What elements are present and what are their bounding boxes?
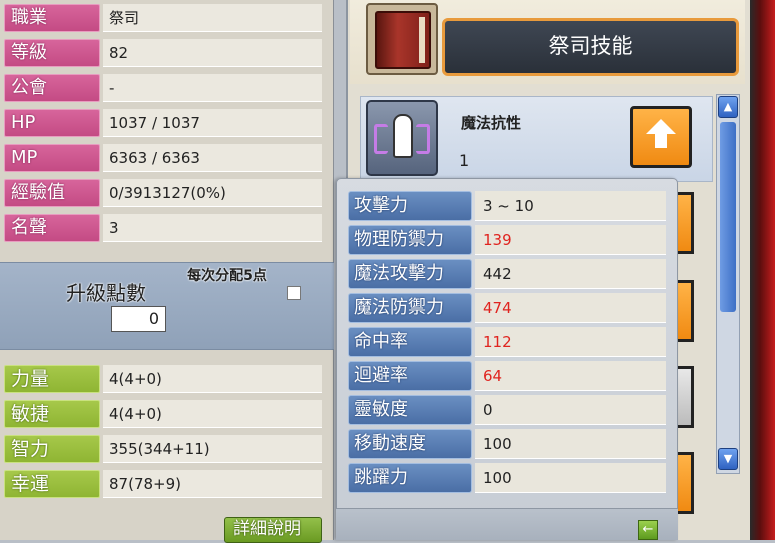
mp-label: MP: [4, 144, 100, 172]
guild-row: 公會 -: [0, 71, 322, 104]
hands-value: 0: [475, 395, 666, 425]
exp-label: 經驗值: [4, 179, 100, 207]
mp-value: 6363 / 6363: [103, 144, 322, 172]
int-row: 智力 355(344+11): [0, 432, 322, 465]
exp-row: 經驗值 0/3913127(0%): [0, 176, 322, 209]
str-row: 力量 4(4+0): [0, 362, 322, 395]
magic-attack-label: 魔法攻擊力: [348, 259, 472, 289]
hands-row: 靈敏度 0: [348, 395, 666, 426]
fame-label: 名聲: [4, 214, 100, 242]
dex-label: 敏捷: [4, 400, 100, 428]
hp-value: 1037 / 1037: [103, 109, 322, 137]
avoidability-value: 64: [475, 361, 666, 391]
str-label: 力量: [4, 365, 100, 393]
magic-defense-label: 魔法防禦力: [348, 293, 472, 323]
ability-points-field: 0: [111, 306, 166, 332]
mp-row: MP 6363 / 6363: [0, 141, 322, 174]
accuracy-label: 命中率: [348, 327, 472, 357]
skill-level-up-button[interactable]: [630, 106, 692, 168]
collapse-button[interactable]: ←: [638, 520, 658, 540]
exp-value: 0/3913127(0%): [103, 179, 322, 207]
magic-defense-value: 474: [475, 293, 666, 323]
skill-level: 1: [459, 151, 470, 170]
scroll-down-button[interactable]: ▼: [718, 448, 738, 470]
job-row: 職業 祭司: [0, 1, 322, 34]
magic-attack-value: 442: [475, 259, 666, 289]
speed-row: 移動速度 100: [348, 429, 666, 460]
weapon-defense-value: 139: [475, 225, 666, 255]
skill-scroll-thumb[interactable]: [720, 122, 736, 312]
level-value: 82: [103, 39, 322, 67]
jump-value: 100: [475, 463, 666, 493]
character-info-panel: 職業 祭司 等級 82 公會 - HP 1037 / 1037 MP 6363 …: [0, 0, 334, 543]
fame-value: 3: [103, 214, 322, 242]
luk-value: 87(78+9): [103, 470, 322, 498]
speed-value: 100: [475, 429, 666, 459]
hp-row: HP 1037 / 1037: [0, 106, 322, 139]
guild-value: -: [103, 74, 322, 102]
avoidability-row: 迴避率 64: [348, 361, 666, 392]
background-edge: [750, 0, 775, 540]
int-value: 355(344+11): [103, 435, 322, 463]
magic-resistance-icon[interactable]: [366, 100, 438, 176]
jump-row: 跳躍力 100: [348, 463, 666, 494]
magic-defense-row: 魔法防禦力 474: [348, 293, 666, 324]
int-label: 智力: [4, 435, 100, 463]
attack-value: 3 ~ 10: [475, 191, 666, 221]
ability-points-box: 升級點數 每次分配5点: [0, 262, 334, 350]
level-row: 等級 82: [0, 36, 322, 69]
skill-window-title: 祭司技能: [442, 18, 739, 76]
guild-label: 公會: [4, 74, 100, 102]
auto-assign-checkbox[interactable]: [287, 286, 301, 300]
speed-label: 移動速度: [348, 429, 472, 459]
job-label: 職業: [4, 4, 100, 32]
luk-label: 幸運: [4, 470, 100, 498]
detail-stats-footer: [336, 508, 678, 540]
detail-button[interactable]: 詳細說明: [224, 517, 322, 543]
scroll-up-button[interactable]: ▲: [718, 96, 738, 118]
job-value: 祭司: [103, 4, 322, 32]
jump-label: 跳躍力: [348, 463, 472, 493]
skill-name: 魔法抗性: [461, 114, 522, 132]
weapon-defense-label: 物理防禦力: [348, 225, 472, 255]
skill-book-icon: [366, 3, 438, 75]
hp-label: HP: [4, 109, 100, 137]
arrow-up-icon: [646, 119, 676, 134]
ability-points-label: 升級點數: [66, 281, 146, 305]
magic-attack-row: 魔法攻擊力 442: [348, 259, 666, 290]
avoidability-label: 迴避率: [348, 361, 472, 391]
dex-row: 敏捷 4(4+0): [0, 397, 322, 430]
accuracy-value: 112: [475, 327, 666, 357]
attack-label: 攻擊力: [348, 191, 472, 221]
dex-value: 4(4+0): [103, 400, 322, 428]
fame-row: 名聲 3: [0, 211, 322, 244]
hands-label: 靈敏度: [348, 395, 472, 425]
str-value: 4(4+0): [103, 365, 322, 393]
luk-row: 幸運 87(78+9): [0, 467, 322, 500]
weapon-defense-row: 物理防禦力 139: [348, 225, 666, 256]
auto-assign-label: 每次分配5点: [187, 268, 267, 284]
attack-row: 攻擊力 3 ~ 10: [348, 191, 666, 222]
level-label: 等級: [4, 39, 100, 67]
accuracy-row: 命中率 112: [348, 327, 666, 358]
